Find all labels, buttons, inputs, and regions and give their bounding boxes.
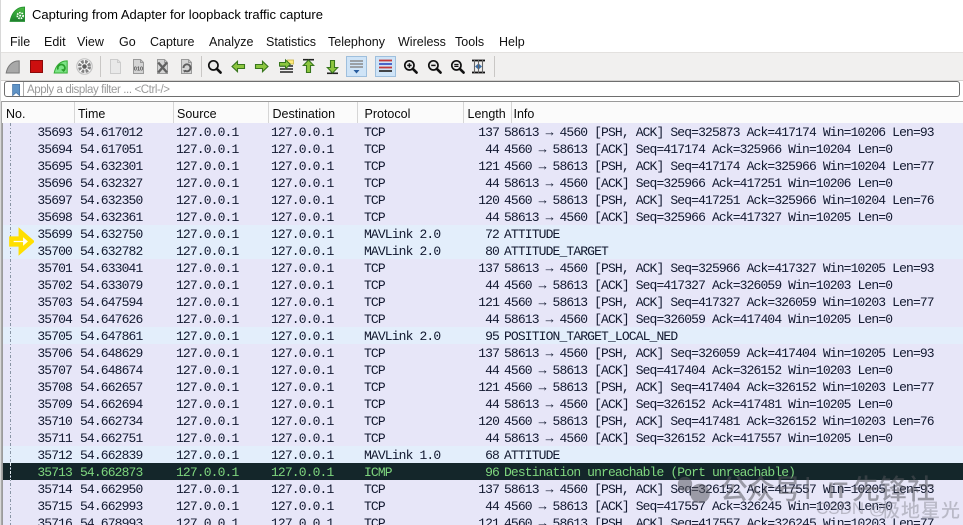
svg-text:CSDN @: CSDN @ [816,499,886,518]
